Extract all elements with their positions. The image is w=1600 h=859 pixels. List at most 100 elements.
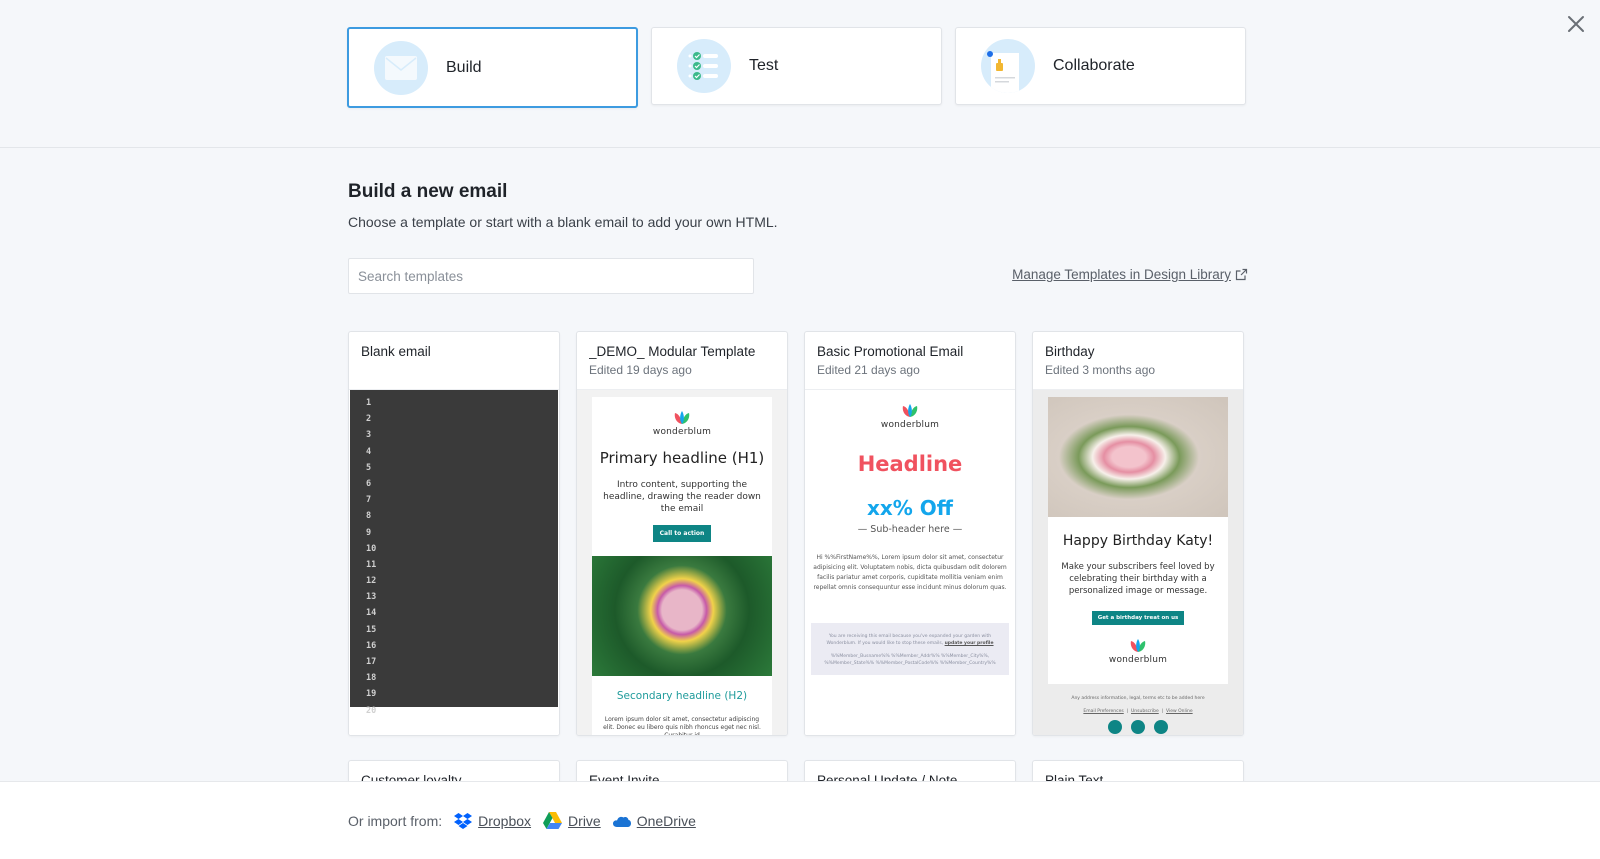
line-number: 4 <box>366 446 372 457</box>
card-edited: Edited 3 months ago <box>1045 363 1156 377</box>
mode-label: Build <box>446 58 482 76</box>
card-header: _DEMO_ Modular Template Edited 19 days a… <box>577 332 787 390</box>
line-number: 17 <box>366 657 377 667</box>
footer-links: Email Preferences | Unsubscribe | View O… <box>1083 709 1193 714</box>
manage-templates-link[interactable]: Manage Templates in Design Library <box>1012 267 1248 282</box>
page-title: Build a new email <box>348 181 508 202</box>
flower-logo-icon <box>880 404 940 418</box>
card-preview: wonderblum Primary headline (H1) Intro c… <box>577 390 787 735</box>
card-title: Basic Promotional Email <box>817 344 964 359</box>
line-number: 19 <box>366 689 377 700</box>
import-label: Or import from: <box>348 812 443 829</box>
preview-offer: xx% Off <box>866 496 953 520</box>
brand-name: wonderblum <box>1108 655 1168 665</box>
mode-label: Test <box>749 57 779 74</box>
facebook-icon <box>1131 720 1145 734</box>
template-card-basic-promo[interactable]: Basic Promotional Email Edited 21 days a… <box>804 331 1016 736</box>
footer-link: Email Preferences <box>1083 709 1124 714</box>
import-source-label: Dropbox <box>478 812 532 829</box>
preview-intro: Intro content, supporting the headline, … <box>603 480 761 514</box>
line-number: 9 <box>366 527 372 538</box>
brand-logo: wonderblum <box>880 404 940 430</box>
footer-address: %%Member_Busname%% %%Member_Addr%% %%Mem… <box>824 654 996 666</box>
import-source-label: OneDrive <box>636 812 696 829</box>
line-number: 5 <box>366 462 372 473</box>
card-title: _DEMO_ Modular Template <box>589 344 756 359</box>
email-preview: wonderblum Primary headline (H1) Intro c… <box>592 397 772 735</box>
card-header: Birthday Edited 3 months ago <box>1033 332 1243 390</box>
flower-portrait-image <box>592 556 772 676</box>
preview-body: Lorem ipsum dolor sit amet, consectetur … <box>603 716 761 735</box>
import-onedrive-link[interactable]: OneDrive <box>612 812 696 829</box>
line-number: 7 <box>366 495 372 506</box>
template-card-demo-modular[interactable]: _DEMO_ Modular Template Edited 19 days a… <box>576 331 788 736</box>
preview-body: Make your subscribers feel loved by cele… <box>1061 562 1215 596</box>
card-header: Basic Promotional Email Edited 21 days a… <box>805 332 1015 390</box>
close-icon <box>1568 16 1584 32</box>
line-number: 10 <box>366 543 377 554</box>
preview-headline: Headline <box>857 452 963 476</box>
template-card-blank[interactable]: Blank email 1 2 3 4 5 6 7 8 9 10 11 12 13 14 15 16 17 18 1… <box>348 331 560 736</box>
line-number: 15 <box>366 624 377 635</box>
mode-label: Collaborate <box>1053 57 1135 74</box>
line-number: 18 <box>366 673 377 684</box>
preview-h1: Primary headline (H1) <box>599 449 765 467</box>
mode-card-build[interactable]: Build <box>347 27 638 108</box>
line-number: 16 <box>366 640 377 651</box>
preview-h2: Secondary headline (H2) <box>616 690 748 702</box>
card-preview: Happy Birthday Katy! Make your subscribe… <box>1033 390 1243 735</box>
line-number: 2 <box>366 414 372 425</box>
legal-text: Any address information, legal, terms et… <box>1071 696 1205 701</box>
flower-logo-icon <box>1108 639 1168 653</box>
manage-templates-label: Manage Templates in Design Library <box>1012 267 1231 282</box>
card-header: Blank email <box>349 332 559 390</box>
search-templates-input[interactable] <box>348 258 754 294</box>
footer-link: Unsubscribe <box>1131 709 1159 714</box>
social-icons <box>1033 720 1243 734</box>
import-footer: Or import from: Dropbox Drive OneDrive <box>0 781 1600 859</box>
import-dropbox-link[interactable]: Dropbox <box>454 812 532 829</box>
card-title: Birthday <box>1045 344 1095 359</box>
google-drive-icon <box>543 812 563 829</box>
twitter-icon <box>1108 720 1122 734</box>
footer-update-link: update your profile <box>944 641 994 646</box>
card-title: Blank email <box>361 344 431 359</box>
flower-logo-icon <box>652 411 712 425</box>
card-edited: Edited 21 days ago <box>817 363 920 377</box>
line-number: 11 <box>366 559 377 570</box>
onedrive-icon <box>612 816 631 827</box>
brand-logo: wonderblum <box>652 411 712 437</box>
preview-cta-button: Get a birthday treat on us <box>1091 611 1185 625</box>
email-preview: wonderblum Headline xx% Off — Sub-header… <box>805 390 1015 735</box>
line-number: 20 <box>366 705 377 716</box>
mode-card-collaborate[interactable]: Collaborate <box>955 27 1246 105</box>
preview-cta-button: Call to action <box>652 525 712 542</box>
line-number: 12 <box>366 576 377 587</box>
dropbox-icon <box>454 812 473 829</box>
line-number: 6 <box>366 478 372 489</box>
import-source-label: Drive <box>568 812 601 829</box>
preview-legal-footer: Any address information, legal, terms et… <box>1033 696 1243 734</box>
preview-footer: You are receiving this email because you… <box>811 623 1009 675</box>
card-edited: Edited 19 days ago <box>589 363 692 377</box>
external-link-icon <box>1235 268 1248 281</box>
mode-card-test[interactable]: Test <box>651 27 942 105</box>
line-number: 8 <box>366 511 372 522</box>
brand-name: wonderblum <box>652 427 712 437</box>
envelope-icon <box>374 40 428 95</box>
email-preview: Happy Birthday Katy! Make your subscribe… <box>1048 397 1228 684</box>
line-number: 14 <box>366 608 377 619</box>
brand-name: wonderblum <box>880 420 940 430</box>
line-number: 1 <box>366 398 372 408</box>
code-editor-preview: 1 2 3 4 5 6 7 8 9 10 11 12 13 14 15 16 17 18 19 20 <box>350 390 558 716</box>
mode-selector-band: Build Test Collaborate <box>0 0 1600 148</box>
bouquet-image <box>1048 397 1228 517</box>
line-number: 13 <box>366 592 377 603</box>
instagram-icon <box>1154 720 1168 734</box>
thumbs-up-document-icon <box>981 39 1035 93</box>
page-subtitle: Choose a template or start with a blank … <box>348 214 778 230</box>
template-card-birthday[interactable]: Birthday Edited 3 months ago Happy Birth… <box>1032 331 1244 736</box>
line-number: 3 <box>366 430 372 441</box>
import-drive-link[interactable]: Drive <box>543 812 601 829</box>
close-button[interactable] <box>1564 12 1588 36</box>
